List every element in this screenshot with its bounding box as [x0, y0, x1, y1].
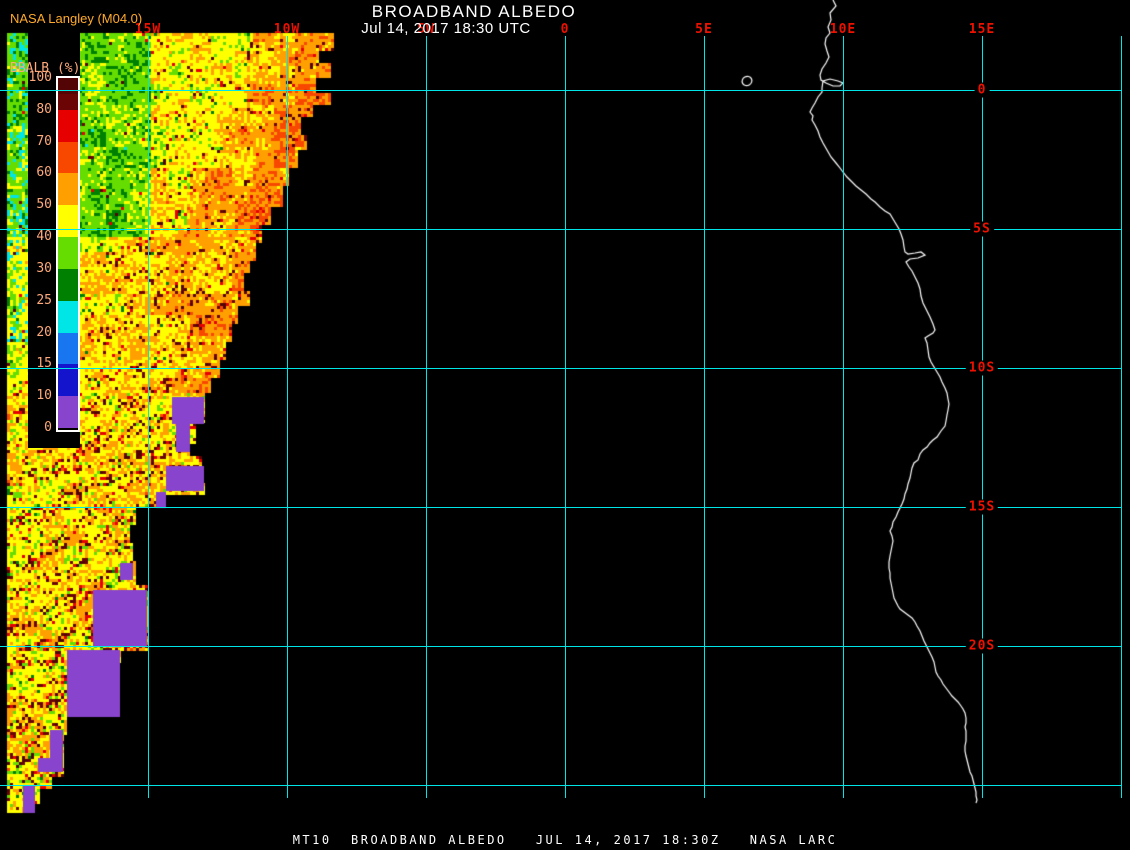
- legend-tick-label: 15: [36, 356, 52, 372]
- latitude-label: 0: [974, 82, 990, 98]
- legend-color-segment: [58, 173, 78, 206]
- gridline-parallel: [0, 90, 1122, 91]
- footer-caption: MT10 BROADBAND ALBEDO JUL 14, 2017 18:30…: [292, 833, 838, 847]
- legend-color-segment: [58, 237, 78, 269]
- gridline-meridian: [426, 36, 427, 798]
- latitude-label: 20S: [965, 638, 999, 654]
- gridline-meridian: [287, 36, 288, 798]
- legend-color-segment: [58, 300, 78, 333]
- legend-color-segment: [58, 332, 78, 365]
- legend-tick-label: 100: [28, 70, 52, 85]
- legend-tick-label: 80: [36, 101, 52, 117]
- legend-tick-label: 20: [36, 324, 52, 340]
- gridline-meridian: [704, 36, 705, 798]
- gridline-parallel: [0, 785, 1122, 786]
- legend-tick-label: 40: [36, 229, 52, 245]
- legend-tick-label: 10: [36, 388, 52, 404]
- gridline-parallel: [0, 646, 1122, 647]
- page-title: BROADBAND ALBEDO: [371, 2, 577, 21]
- legend-color-segment: [58, 93, 78, 110]
- legend-color-segment: [58, 268, 78, 301]
- legend-tick-label: 30: [36, 260, 52, 276]
- longitude-label: 0: [560, 22, 570, 37]
- legend-color-segment: [58, 364, 78, 397]
- longitude-label: 10W: [273, 22, 301, 37]
- legend-tick-label: 70: [36, 133, 52, 149]
- legend-tick-label: 0: [44, 420, 52, 435]
- legend-tick-label: 60: [36, 165, 52, 181]
- longitude-label: 15E: [968, 22, 996, 37]
- gridline-parallel: [0, 229, 1122, 230]
- legend-color-segment: [58, 78, 78, 94]
- longitude-label: 10E: [829, 22, 857, 37]
- gridline-meridian: [565, 36, 566, 798]
- legend-tick-label: 50: [36, 197, 52, 213]
- legend-colorbar: [56, 76, 80, 432]
- latitude-label: 5S: [970, 221, 994, 237]
- legend-tick-label: 25: [36, 292, 52, 308]
- legend-color-segment: [58, 109, 78, 142]
- legend-color-segment: [58, 141, 78, 174]
- page-subtitle-datetime: Jul 14, 2017 18:30 UTC: [361, 20, 531, 37]
- gridline-meridian: [1121, 36, 1122, 798]
- gridline-meridian: [982, 36, 983, 798]
- gridline-parallel: [0, 507, 1122, 508]
- legend-color-segment: [58, 396, 78, 428]
- latitude-label: 10S: [965, 360, 999, 376]
- gridline-parallel: [0, 368, 1122, 369]
- legend-color-segment: [58, 205, 78, 238]
- longitude-label: 5E: [695, 22, 713, 37]
- source-version-label: NASA Langley (M04.0): [10, 11, 143, 26]
- gridline-meridian: [148, 36, 149, 798]
- albedo-product-viewport: 15W 10W 5W 0 5E 10E 15E 0 5S 10S 15S 20S BBALB (%) …: [0, 0, 1130, 850]
- gridline-meridian: [843, 36, 844, 798]
- latitude-label: 15S: [965, 499, 999, 515]
